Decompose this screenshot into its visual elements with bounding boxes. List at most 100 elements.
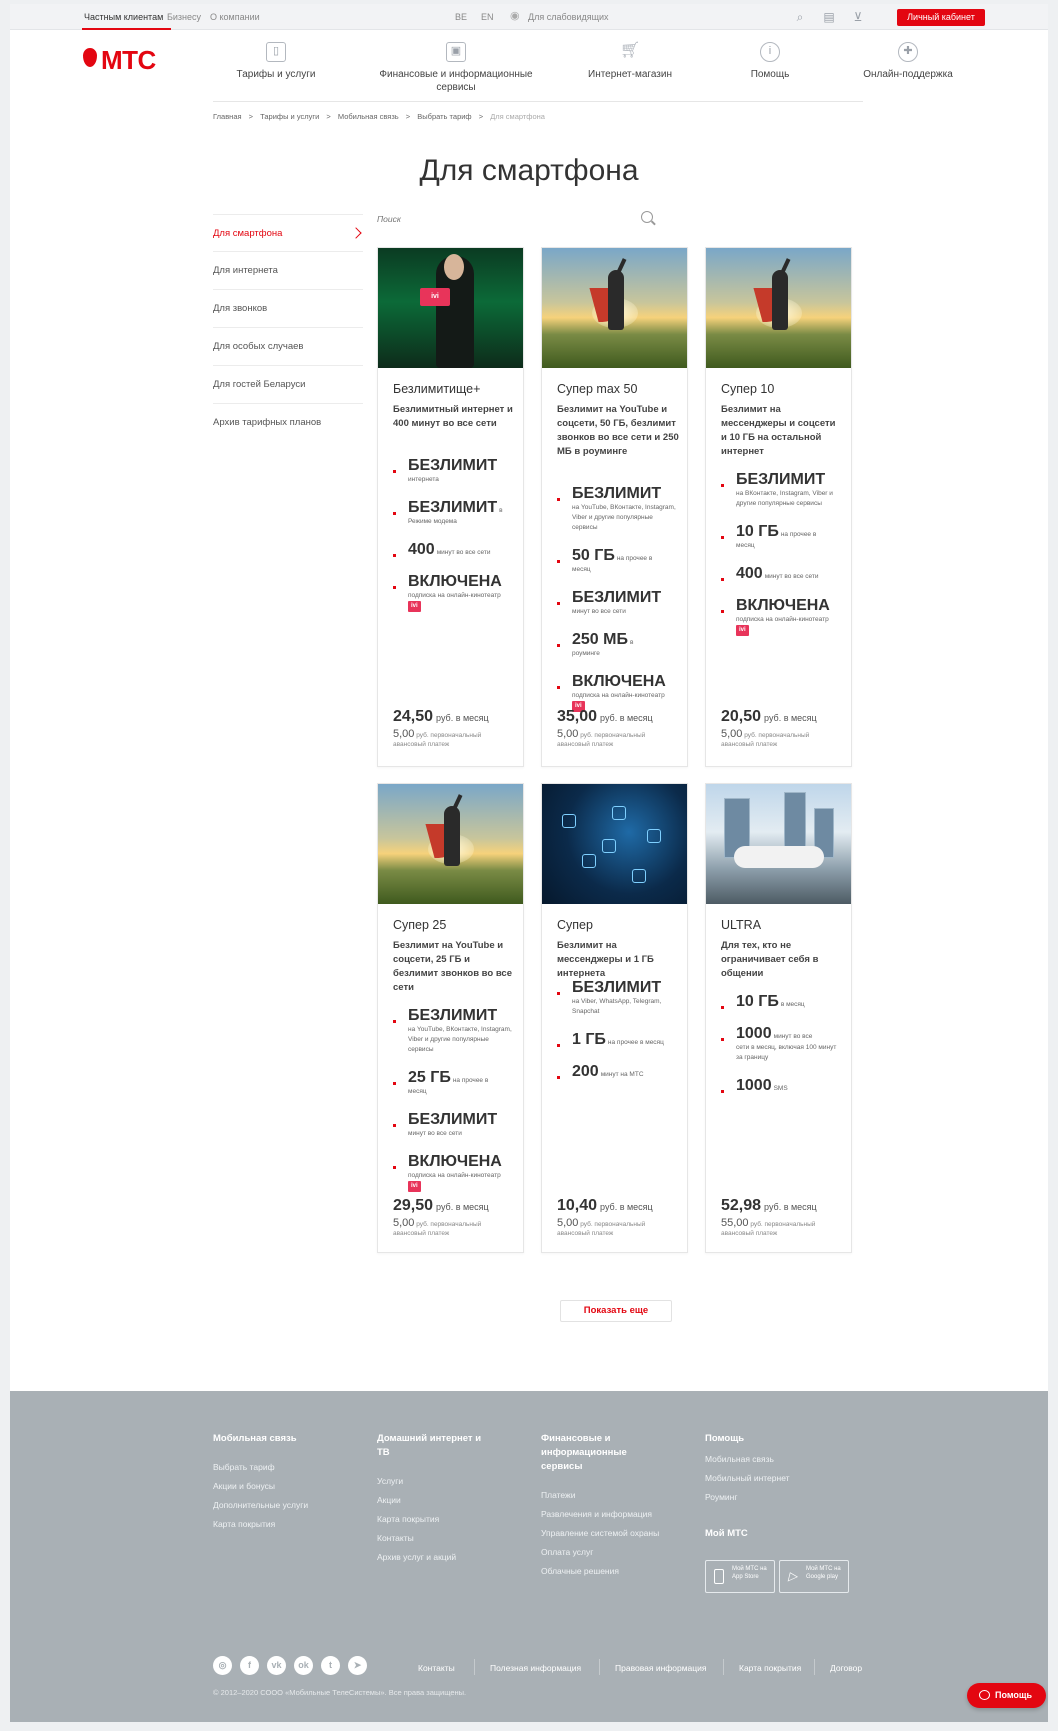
footer-col-title: Мобильная связь [213,1433,297,1444]
sidebar-item-label: Для смартфона [213,228,283,239]
sidebar-item-smartphone[interactable]: Для смартфона [213,214,363,252]
tariff-card[interactable]: Супер 10 Безлимит на мессенджеры и соцсет… [705,247,852,767]
card-image [706,784,851,904]
advance-amount: 5,00 [557,728,579,740]
footer-link[interactable]: Оплата услуг [541,1543,659,1562]
segment-private[interactable]: Частным клиентам [84,12,163,22]
feature-note: месяц [572,566,591,573]
advance-amount: 55,00 [721,1217,749,1229]
divider [599,1659,600,1675]
vk-icon[interactable]: vk [267,1656,286,1675]
feature-note: интернета [408,476,439,483]
eye-icon[interactable]: ◉ [510,9,520,22]
logo[interactable]: МТС [101,45,156,76]
help-chat-button[interactable]: Помощь [967,1683,1046,1708]
tariff-card[interactable]: Супер 25 Безлимит на YouTube и соцсети, 2… [377,783,524,1253]
advance-payment: 5,00 руб. первоначальный авансовый плате… [557,728,646,749]
tariff-description: Безлимит на мессенджеры и 1 ГБ интернета [557,940,654,979]
telegram-icon[interactable]: ➤ [348,1656,367,1675]
facebook-icon[interactable]: f [240,1656,259,1675]
nav-support[interactable]: ✚ Онлайн-поддержка [828,42,988,81]
feature-unit: минут на МТС [600,1071,644,1078]
bullet-icon [393,1082,396,1085]
ivi-logo: ivi [408,601,421,612]
bullet-icon [721,1006,724,1009]
nav-finance[interactable]: ▣ Финансовые и информационные сервисы [372,42,540,94]
feature-value: 1000 SMS [736,1077,788,1094]
tariff-card[interactable]: Супер Безлимит на мессенджеры и 1 ГБ инте… [541,783,688,1253]
bullet-icon [557,644,560,647]
segment-about[interactable]: О компании [210,12,260,22]
google-play-button[interactable]: ▷ Мой МТС на Google play [779,1560,849,1593]
segment-business[interactable]: Бизнесу [167,12,201,22]
tariff-title[interactable]: Супер 10 [721,382,774,396]
footer-link[interactable]: Карта покрытия [213,1515,323,1534]
feature-unit: на прочее в [616,555,653,562]
search-input[interactable] [377,211,667,227]
crumb-tariffs[interactable]: Тарифы и услуги [260,112,319,121]
footer-link[interactable]: Выбрать тариф [213,1458,323,1477]
footer-link[interactable]: Управление системой охраны [541,1524,659,1543]
tariff-card[interactable]: Супер max 50 Безлимит на YouTube и соцсет… [541,247,688,767]
tariff-title[interactable]: Супер 25 [393,918,446,932]
nav-tariffs[interactable]: ▯ Тарифы и услуги [196,42,356,81]
footer-link[interactable]: Акции и бонусы [213,1477,323,1496]
tariff-title[interactable]: Супер [557,918,593,932]
app-store-button[interactable]: Мой МТС на App Store [705,1560,775,1593]
search-icon[interactable] [641,211,653,223]
sidebar-item-special[interactable]: Для особых случаев [213,328,363,366]
cart-icon[interactable]: ⊻ [851,10,865,24]
feature-unit: на прочее в месяц [607,1039,664,1046]
search-icon[interactable]: ⌕ [793,10,807,24]
bullet-icon [393,470,396,473]
footer-link[interactable]: Контакты [377,1529,487,1548]
crumb-sep: > [248,112,254,121]
personal-cabinet-button[interactable]: Личный кабинет [897,9,985,26]
tariff-title[interactable]: Безлимитище+ [393,382,480,396]
footer-link[interactable]: Роуминг [705,1488,815,1507]
footer-link[interactable]: Мобильная связь [705,1450,815,1469]
footer-link[interactable]: Архив услуг и акций [377,1548,487,1567]
footer-bottom-link[interactable]: Полезная информация [490,1663,581,1673]
show-more-button[interactable]: Показать еще [560,1300,672,1322]
tariff-card[interactable]: ULTRA Для тех, кто не ограничивает себя в… [705,783,852,1253]
sidebar-item-guests[interactable]: Для гостей Беларуси [213,366,363,404]
footer-link[interactable]: Мобильный интернет [705,1469,815,1488]
odnoklassniki-icon[interactable]: ok [294,1656,313,1675]
accessibility-link[interactable]: Для слабовидящих [528,12,609,22]
tariff-card[interactable]: ivi Безлимитище+ Безлимитный интернет и 40… [377,247,524,767]
sidebar-item-calls[interactable]: Для звонков [213,290,363,328]
tariff-description: Безлимитный интернет и 400 минут во все … [393,404,513,429]
footer-bottom-link[interactable]: Договор [830,1663,862,1673]
nav-help[interactable]: i Помощь [690,42,850,81]
lang-en[interactable]: EN [481,12,494,22]
footer-bottom-link[interactable]: Правовая информация [615,1663,707,1673]
price-unit: руб. в месяц [764,713,817,723]
footer-link[interactable]: Услуги [377,1472,487,1491]
page: Частным клиентам Бизнесу О компании BE E… [10,4,1048,1722]
tariff-title[interactable]: Супер max 50 [557,382,637,396]
tariff-title[interactable]: ULTRA [721,918,761,932]
sidebar-item-internet[interactable]: Для интернета [213,252,363,290]
sidebar-item-archive[interactable]: Архив тарифных планов [213,404,363,442]
footer-bottom-link[interactable]: Контакты [418,1663,455,1673]
app-section-title: Мой МТС [705,1528,748,1539]
lang-be[interactable]: BE [455,12,467,22]
footer-link[interactable]: Платежи [541,1486,659,1505]
footer-bottom-link[interactable]: Карта покрытия [739,1663,801,1673]
crumb-choose[interactable]: Выбрать тариф [417,112,471,121]
twitter-icon[interactable]: t [321,1656,340,1675]
logo-egg-icon[interactable] [83,48,97,67]
card-icon[interactable]: ▤ [822,10,836,24]
nav-shop[interactable]: 🛒︎ Интернет-магазин [550,42,710,81]
crumb-home[interactable]: Главная [213,112,242,121]
footer-link[interactable]: Облачные решения [541,1562,659,1581]
nav-label: Помощь [750,69,790,80]
footer-link[interactable]: Акции [377,1491,487,1510]
footer-link[interactable]: Развлечения и информация [541,1505,659,1524]
instagram-icon[interactable]: ◎ [213,1656,232,1675]
copyright: © 2012–2020 СООО «Мобильные ТелеСистемы»… [213,1688,467,1697]
footer-link[interactable]: Карта покрытия [377,1510,487,1529]
crumb-mobile[interactable]: Мобильная связь [338,112,399,121]
footer-link[interactable]: Дополнительные услуги [213,1496,323,1515]
